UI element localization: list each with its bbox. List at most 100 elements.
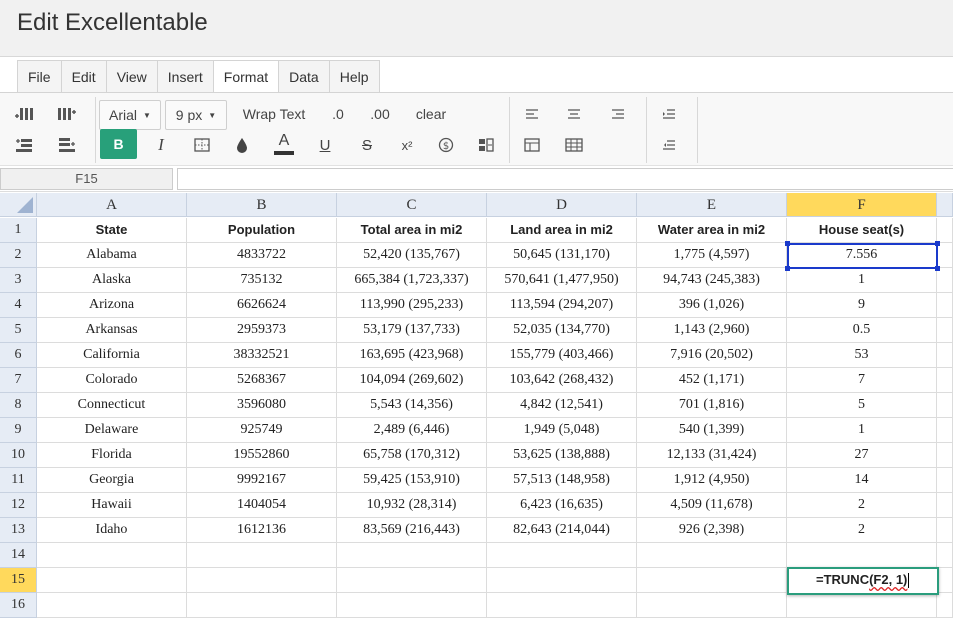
cell[interactable]	[637, 543, 787, 568]
increase-decimal-button[interactable]: .00	[364, 102, 396, 126]
superscript-button[interactable]: x²	[395, 133, 419, 157]
cell[interactable]: 94,743 (245,383)	[637, 268, 787, 293]
cell[interactable]: 735132	[187, 268, 337, 293]
cell[interactable]	[337, 593, 487, 618]
row-header-2[interactable]: 2	[0, 243, 37, 268]
cell[interactable]: Alabama	[37, 243, 187, 268]
row-header-15[interactable]: 15	[0, 568, 37, 593]
cell[interactable]: 1,775 (4,597)	[637, 243, 787, 268]
cell[interactable]: 540 (1,399)	[637, 418, 787, 443]
cell[interactable]: 570,641 (1,477,950)	[487, 268, 637, 293]
cell[interactable]: 3596080	[187, 393, 337, 418]
menu-edit[interactable]: Edit	[60, 60, 106, 93]
row-header-1[interactable]: 1	[0, 218, 37, 243]
cell[interactable]	[937, 318, 953, 343]
row-header-11[interactable]: 11	[0, 468, 37, 493]
insert-row-above-icon[interactable]	[11, 133, 37, 157]
outdent-icon[interactable]	[657, 133, 681, 157]
cell[interactable]: Connecticut	[37, 393, 187, 418]
cell[interactable]	[637, 593, 787, 618]
cell[interactable]	[487, 543, 637, 568]
row-header-5[interactable]: 5	[0, 318, 37, 343]
menu-file[interactable]: File	[17, 60, 61, 93]
cell[interactable]: 4,509 (11,678)	[637, 493, 787, 518]
row-header-9[interactable]: 9	[0, 418, 37, 443]
cell[interactable]: 5268367	[187, 368, 337, 393]
cell[interactable]: 1,949 (5,048)	[487, 418, 637, 443]
row-header-13[interactable]: 13	[0, 518, 37, 543]
borders-icon[interactable]	[190, 133, 214, 157]
cell[interactable]: 6,423 (16,635)	[487, 493, 637, 518]
cell[interactable]: Idaho	[37, 518, 187, 543]
cell[interactable]: 1	[787, 418, 937, 443]
column-header-c[interactable]: C	[337, 193, 487, 217]
cell[interactable]: 14	[787, 468, 937, 493]
underline-button[interactable]: U	[313, 133, 337, 157]
cell[interactable]	[487, 593, 637, 618]
cell[interactable]: Hawaii	[37, 493, 187, 518]
align-center-icon[interactable]	[562, 102, 586, 126]
cell[interactable]: California	[37, 343, 187, 368]
selection-handle[interactable]	[785, 266, 790, 271]
menu-help[interactable]: Help	[328, 60, 380, 93]
menu-format[interactable]: Format	[212, 60, 279, 93]
cell[interactable]: 5,543 (14,356)	[337, 393, 487, 418]
cell[interactable]: Arizona	[37, 293, 187, 318]
cell[interactable]: 83,569 (216,443)	[337, 518, 487, 543]
cell[interactable]: 27	[787, 443, 937, 468]
cell[interactable]: 1,912 (4,950)	[637, 468, 787, 493]
cell[interactable]: 52,420 (135,767)	[337, 243, 487, 268]
strikethrough-button[interactable]: S	[355, 133, 379, 157]
italic-button[interactable]: I	[150, 133, 172, 157]
merge-cells-icon[interactable]	[520, 133, 544, 157]
cell[interactable]: 10,932 (28,314)	[337, 493, 487, 518]
spreadsheet-grid[interactable]: ABCDEF 1 2 3 4 5 6 7 8 9 10 11 12 13 14 15 16 State Popu…	[0, 193, 953, 621]
selection-handle[interactable]	[935, 241, 940, 246]
decrease-decimal-button[interactable]: .0	[324, 102, 352, 126]
cell[interactable]: 2,489 (6,446)	[337, 418, 487, 443]
cell[interactable]: 113,990 (295,233)	[337, 293, 487, 318]
cell-editor[interactable]: =TRUNC(F2, 1)	[787, 567, 939, 595]
cell[interactable]: 926 (2,398)	[637, 518, 787, 543]
cell[interactable]	[937, 393, 953, 418]
cell[interactable]	[937, 518, 953, 543]
cell[interactable]: 113,594 (294,207)	[487, 293, 637, 318]
cell[interactable]: 57,513 (148,958)	[487, 468, 637, 493]
cell[interactable]	[937, 218, 953, 243]
header-cell[interactable]: Water area in mi2	[637, 218, 787, 243]
row-header-8[interactable]: 8	[0, 393, 37, 418]
cell[interactable]	[937, 368, 953, 393]
cell[interactable]	[487, 568, 637, 593]
cell[interactable]: 2	[787, 518, 937, 543]
cell[interactable]	[937, 293, 953, 318]
cell[interactable]: 50,645 (131,170)	[487, 243, 637, 268]
row-header-3[interactable]: 3	[0, 268, 37, 293]
menu-data[interactable]: Data	[278, 60, 329, 93]
cell[interactable]	[187, 568, 337, 593]
cell[interactable]	[937, 443, 953, 468]
cell[interactable]: Georgia	[37, 468, 187, 493]
cell[interactable]: 6626624	[187, 293, 337, 318]
cell[interactable]: 2959373	[187, 318, 337, 343]
align-right-icon[interactable]	[606, 102, 630, 126]
cell[interactable]: 0.5	[787, 318, 937, 343]
header-cell[interactable]: House seat(s)	[787, 218, 937, 243]
column-header-g[interactable]	[937, 193, 953, 217]
selection-handle[interactable]	[785, 241, 790, 246]
row-header-16[interactable]: 16	[0, 593, 37, 618]
cell[interactable]: 155,779 (403,466)	[487, 343, 637, 368]
cell[interactable]: Colorado	[37, 368, 187, 393]
cell[interactable]	[637, 568, 787, 593]
cell[interactable]: 1404054	[187, 493, 337, 518]
font-size-dropdown[interactable]: 9 px ▼	[165, 100, 227, 130]
cell[interactable]: 7	[787, 368, 937, 393]
row-header-14[interactable]: 14	[0, 543, 37, 568]
cell[interactable]	[937, 543, 953, 568]
row-header-10[interactable]: 10	[0, 443, 37, 468]
cell[interactable]	[937, 268, 953, 293]
cell[interactable]: 53,625 (138,888)	[487, 443, 637, 468]
selection-handle[interactable]	[935, 266, 940, 271]
currency-icon[interactable]: $	[434, 133, 458, 157]
cell[interactable]: 701 (1,816)	[637, 393, 787, 418]
cell[interactable]: 1,143 (2,960)	[637, 318, 787, 343]
